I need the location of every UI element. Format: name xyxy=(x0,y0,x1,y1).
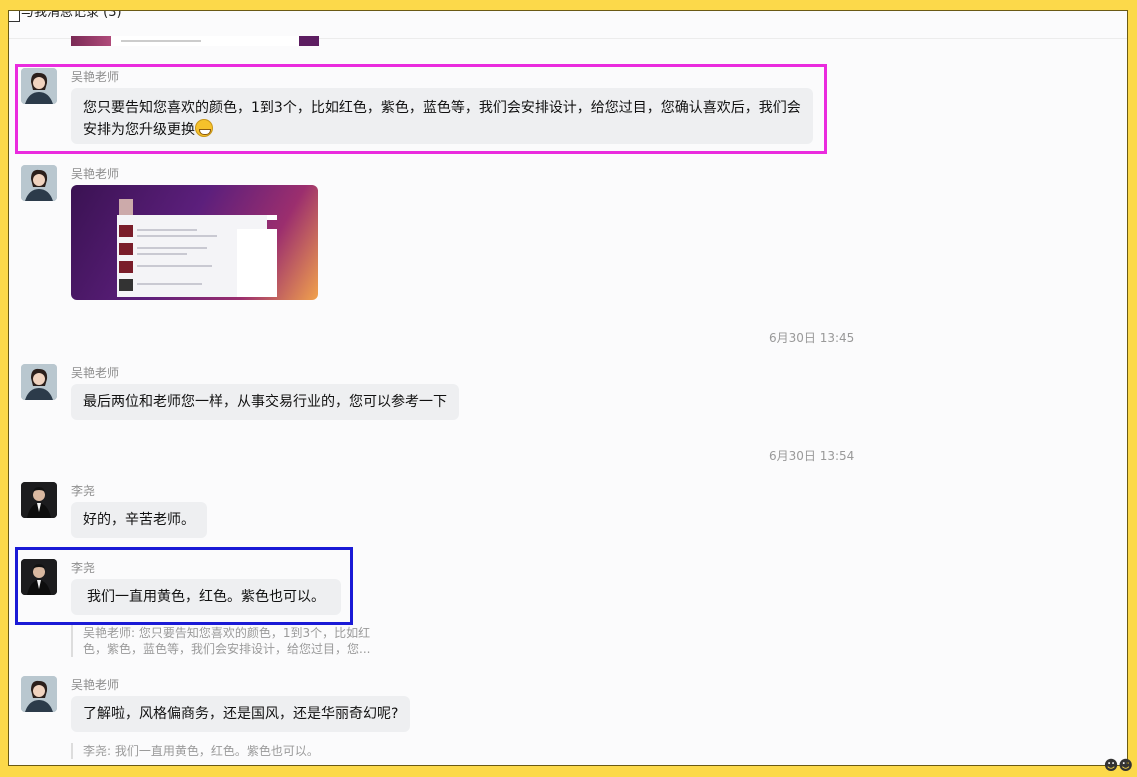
window-title: 与我消息记录 (3) xyxy=(21,11,122,20)
timestamp: 6月30日 13:54 xyxy=(769,449,855,463)
message-text-line-1: 您只要告知您喜欢的颜色，1到3个，比如红色，紫色，蓝色等，我们会安排设计，给您过… xyxy=(83,100,801,116)
message-bubble[interactable]: 好的，辛苦老师。 xyxy=(71,502,207,538)
avatar[interactable] xyxy=(21,482,57,518)
previous-image-message[interactable] xyxy=(71,36,319,46)
quoted-reply-line-1: 吴艳老师: 您只要告知您喜欢的颜色，1到3个，比如红 xyxy=(83,626,371,640)
sender-name: 李尧 xyxy=(71,484,96,498)
avatar[interactable] xyxy=(21,676,57,712)
sender-name: 吴艳老师 xyxy=(71,366,120,380)
timestamp: 6月30日 13:45 xyxy=(769,331,855,345)
message-bubble[interactable]: 最后两位和老师您一样，从事交易行业的，您可以参考一下 xyxy=(71,384,459,420)
message-bubble[interactable]: 了解啦，风格偏商务，还是国风，还是华丽奇幻呢? xyxy=(71,696,411,732)
avatar[interactable] xyxy=(21,68,57,104)
quoted-reply[interactable]: 李尧: 我们一直用黄色，红色。紫色也可以。 xyxy=(71,743,319,759)
avatar[interactable] xyxy=(21,364,57,400)
page-fold-icon xyxy=(9,11,20,22)
avatar[interactable] xyxy=(21,165,57,201)
window-header: 与我消息记录 (3) xyxy=(9,11,1127,39)
message-bubble[interactable]: 您只要告知您喜欢的颜色，1到3个，比如红色，紫色，蓝色等，我们会安排设计，给您过… xyxy=(71,88,813,144)
avatar[interactable] xyxy=(21,559,57,595)
sender-name: 吴艳老师 xyxy=(71,70,120,84)
grin-emoji-icon xyxy=(195,119,213,137)
sender-name: 吴艳老师 xyxy=(71,678,120,692)
message-text-line-2: 安排为您升级更换 xyxy=(83,122,195,138)
image-message-thumbnail[interactable] xyxy=(71,185,318,300)
chat-window: 与我消息记录 (3) 吴艳老师 您只要告知您喜欢的颜色，1到3个，比如红色，紫色… xyxy=(8,10,1128,766)
sender-name: 吴艳老师 xyxy=(71,167,120,181)
quoted-reply-line-2: 色，紫色，蓝色等，我们会安排设计，给您过目，您... xyxy=(83,642,371,656)
quoted-reply[interactable]: 吴艳老师: 您只要告知您喜欢的颜色，1到3个，比如红 色，紫色，蓝色等，我们会安… xyxy=(71,625,370,657)
smiley-icons: ☻☻ xyxy=(1103,758,1133,774)
sender-name: 李尧 xyxy=(71,561,96,575)
message-bubble[interactable]: 我们一直用黄色，红色。紫色也可以。 xyxy=(71,579,341,615)
